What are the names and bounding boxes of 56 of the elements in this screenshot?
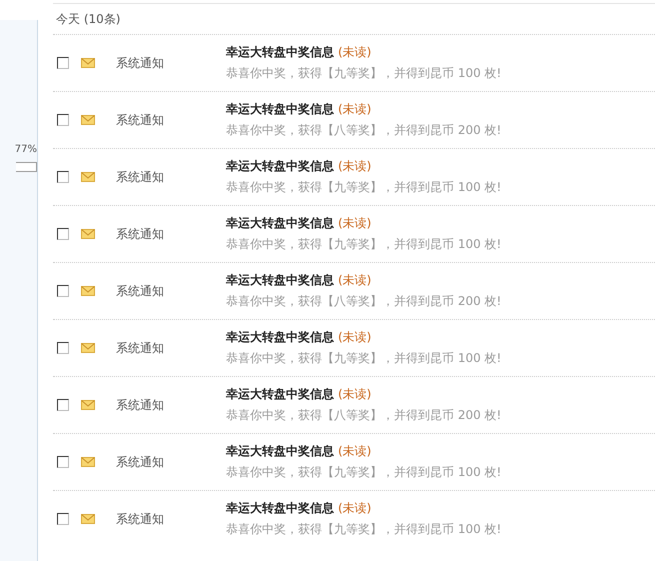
message-title[interactable]: 幸运大转盘中奖信息 (未读) — [226, 215, 502, 232]
sender-name: 系统通知 — [116, 54, 165, 72]
unread-status: (未读) — [338, 216, 372, 230]
unread-status: (未读) — [338, 501, 372, 515]
envelope-icon — [81, 229, 95, 239]
message-preview: 恭喜你中奖，获得【八等奖】，并得到昆币 200 枚! — [226, 293, 502, 310]
message-title[interactable]: 幸运大转盘中奖信息 (未读) — [226, 329, 502, 346]
checkbox[interactable] — [57, 57, 69, 69]
checkbox[interactable] — [57, 513, 69, 525]
envelope-icon — [81, 457, 95, 467]
unread-status: (未读) — [338, 102, 372, 116]
checkbox[interactable] — [57, 114, 69, 126]
sender-name: 系统通知 — [116, 112, 165, 128]
envelope-icon — [81, 400, 95, 410]
unread-status: (未读) — [338, 159, 372, 173]
sender-name: 系统通知 — [116, 510, 165, 528]
envelope-icon — [81, 172, 95, 182]
unread-status: (未读) — [338, 330, 372, 344]
sender-name: 系统通知 — [116, 340, 165, 356]
message-title[interactable]: 幸运大转盘中奖信息 (未读) — [226, 101, 502, 118]
checkbox[interactable] — [57, 399, 69, 411]
unread-status: (未读) — [338, 444, 372, 458]
message-preview: 恭喜你中奖，获得【八等奖】，并得到昆币 200 枚! — [226, 407, 502, 424]
percent-label: 77% — [14, 144, 37, 156]
message-preview: 恭喜你中奖，获得【九等奖】，并得到昆币 100 枚! — [226, 464, 502, 481]
message-preview: 恭喜你中奖，获得【九等奖】，并得到昆币 100 枚! — [226, 236, 502, 253]
message-title[interactable]: 幸运大转盘中奖信息 (未读) — [226, 44, 502, 61]
message-title[interactable]: 幸运大转盘中奖信息 (未读) — [226, 272, 502, 289]
checkbox[interactable] — [57, 456, 69, 468]
message-title[interactable]: 幸运大转盘中奖信息 (未读) — [226, 386, 502, 403]
sender-name: 系统通知 — [116, 282, 165, 300]
message-preview: 恭喜你中奖，获得【九等奖】，并得到昆币 100 枚! — [226, 350, 502, 367]
envelope-icon — [81, 343, 95, 353]
checkbox[interactable] — [57, 342, 69, 354]
sender-name: 系统通知 — [116, 396, 165, 414]
envelope-icon — [81, 286, 95, 296]
message-preview: 恭喜你中奖，获得【九等奖】，并得到昆币 100 枚! — [226, 179, 502, 196]
sender-name: 系统通知 — [116, 454, 165, 470]
sender-name: 系统通知 — [116, 226, 165, 242]
checkbox[interactable] — [57, 171, 69, 183]
message-preview: 恭喜你中奖，获得【九等奖】，并得到昆币 100 枚! — [226, 65, 502, 82]
unread-status: (未读) — [338, 273, 372, 287]
envelope-icon — [81, 514, 95, 524]
unread-status: (未读) — [338, 387, 372, 401]
message-title[interactable]: 幸运大转盘中奖信息 (未读) — [226, 443, 502, 460]
unread-status: (未读) — [338, 45, 372, 59]
message-preview: 恭喜你中奖，获得【九等奖】，并得到昆币 100 枚! — [226, 521, 502, 538]
checkbox[interactable] — [57, 285, 69, 297]
section-title: 今天 (10条) — [55, 11, 122, 28]
message-title[interactable]: 幸运大转盘中奖信息 (未读) — [226, 500, 502, 517]
message-title[interactable]: 幸运大转盘中奖信息 (未读) — [226, 158, 502, 175]
message-preview: 恭喜你中奖，获得【八等奖】，并得到昆币 200 枚! — [226, 122, 502, 139]
checkbox[interactable] — [57, 228, 69, 240]
envelope-icon — [81, 115, 95, 125]
envelope-icon — [81, 58, 95, 68]
sender-name: 系统通知 — [116, 168, 165, 186]
